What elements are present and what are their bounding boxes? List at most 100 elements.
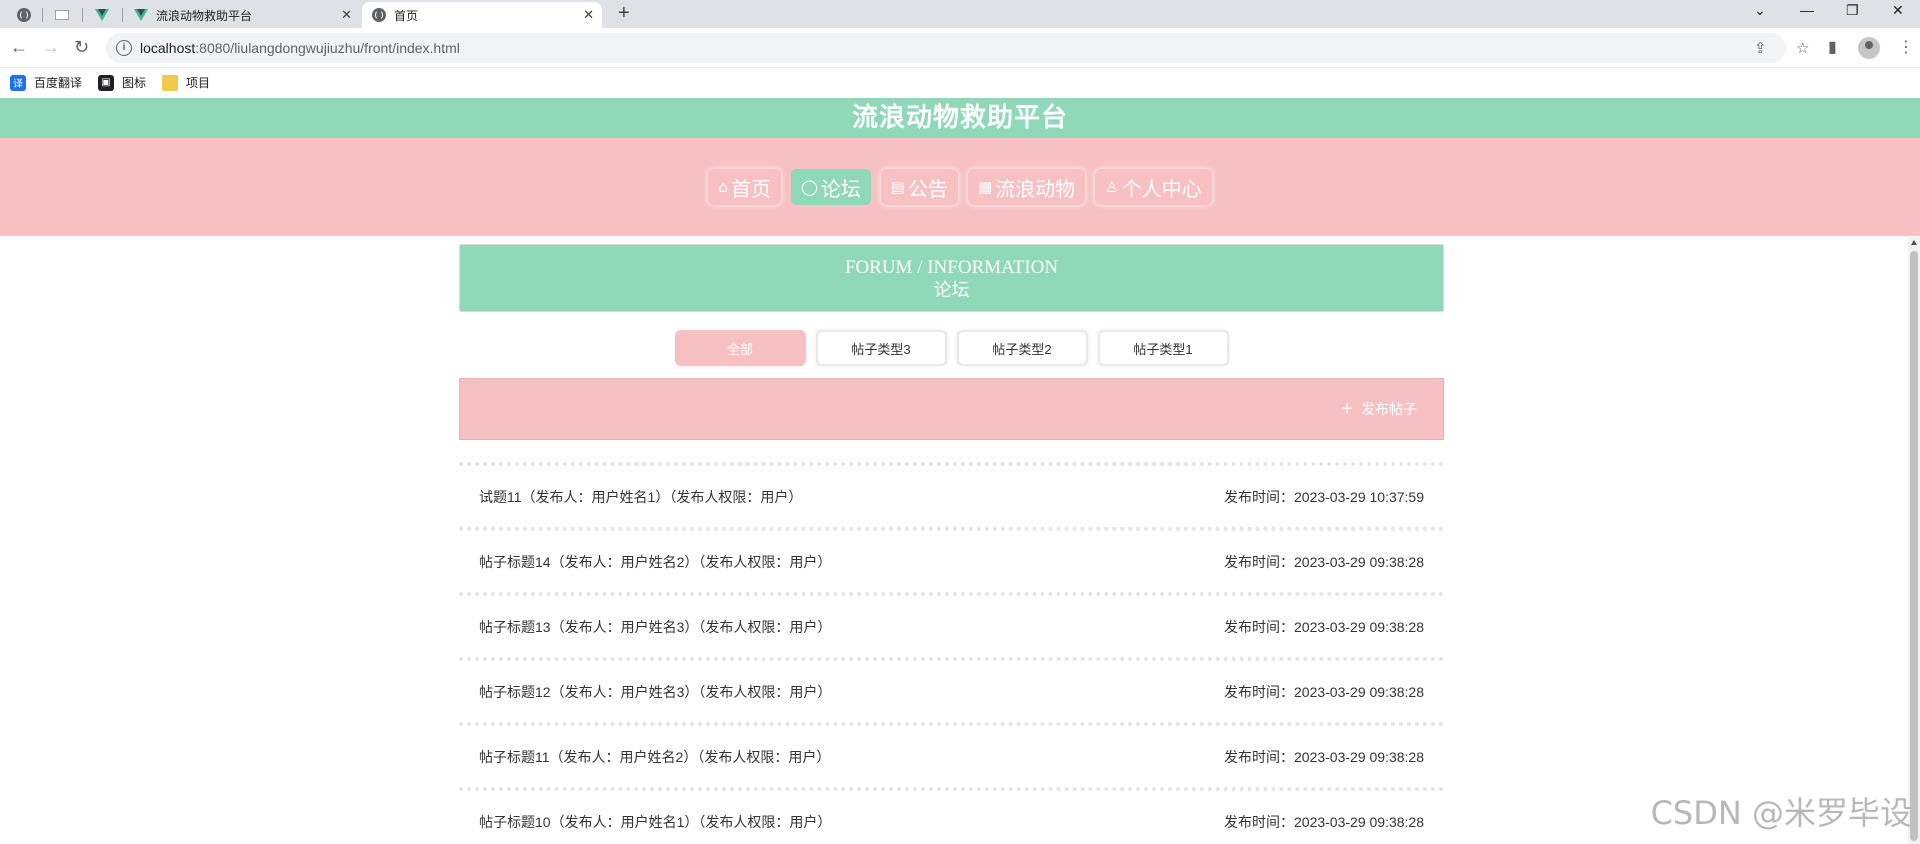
banner-title-en: FORUM / INFORMATION [844,257,1059,278]
notice-icon: ▤ [890,178,905,196]
page-viewport: 流浪动物救助平台 ⌂ 首页 ◯ 论坛 ▤ 公告 ▦ 流浪动物 ♙ 个人中心 FO… [0,98,1920,844]
section-banner: FORUM / INFORMATION 论坛 [459,244,1444,312]
bookmark-label: 项目 [186,76,211,90]
post-time: 发布时间：2023-03-29 09:38:28 [1224,553,1424,570]
nav-item-label: 公告 [907,176,948,201]
bookmark-label: 图标 [122,76,147,90]
scrollbar-thumb[interactable] [1910,251,1918,841]
post-list: 试题11（发布人：用户姓名1）（发布人权限：用户） 发布时间：2023-03-2… [459,462,1444,844]
menu-kebab-icon[interactable]: ⋮ [1898,37,1914,57]
tab-title: 流浪动物救助平台 [156,8,253,23]
bookmarks-bar: 译 百度翻译 ▣ 图标 项目 [0,68,1920,98]
post-time: 发布时间：2023-03-29 09:38:28 [1224,683,1424,700]
tab-search-icon[interactable]: ⌄ [1754,2,1766,19]
nav-item-label: 论坛 [820,176,861,201]
nav-item-forum[interactable]: ◯ 论坛 [790,169,871,205]
close-icon[interactable]: ✕ [583,7,594,23]
bookmark-item[interactable]: 译 百度翻译 [10,74,82,91]
nav-item-label: 个人中心 [1121,176,1202,201]
post-title[interactable]: 帖子标题11（发布人：用户姓名2）（发布人权限：用户） [479,747,830,767]
globe-icon [17,8,31,22]
watermark: CSDN @米罗毕设 [1650,794,1912,832]
blank-page-icon [55,10,69,20]
page-scrollbar[interactable] [1908,237,1920,844]
grid-icon: ▦ [977,178,993,196]
share-icon[interactable]: ⇪ [1754,39,1767,57]
user-icon: ♙ [1105,178,1119,196]
post-row[interactable]: 帖子标题14（发布人：用户姓名2）（发布人权限：用户） 发布时间：2023-03… [459,527,1444,592]
nav-item-notice[interactable]: ▤ 公告 [880,169,958,205]
post-time: 发布时间：2023-03-29 09:38:28 [1224,748,1424,765]
publish-post-button[interactable]: + 发布帖子 [1341,399,1417,419]
bookmark-item[interactable]: 项目 [162,74,210,91]
pinned-tab[interactable] [8,4,40,26]
home-icon: ⌂ [718,178,728,196]
bookmark-item[interactable]: ▣ 图标 [98,74,146,91]
tab-title: 首页 [394,8,419,23]
site-title: 流浪动物救助平台 [0,98,1920,138]
tab-divider [82,8,83,22]
restore-button[interactable]: ❐ [1846,2,1859,19]
filter-type-1[interactable]: 帖子类型1 [1097,330,1229,366]
main-nav: ⌂ 首页 ◯ 论坛 ▤ 公告 ▦ 流浪动物 ♙ 个人中心 [0,138,1920,236]
nav-item-home[interactable]: ⌂ 首页 [708,169,781,205]
globe-icon [372,8,386,22]
bookmark-star-icon[interactable]: ☆ [1796,39,1809,57]
address-bar[interactable]: i localhost:8080/liulangdongwujiuzhu/fro… [106,33,1809,63]
post-time: 发布时间：2023-03-29 09:38:28 [1224,813,1424,830]
url-host: localhost [140,40,196,56]
category-filters: 全部 帖子类型3 帖子类型2 帖子类型1 [459,330,1444,368]
post-row[interactable]: 帖子标题10（发布人：用户姓名1）（发布人权限：用户） 发布时间：2023-03… [459,787,1444,844]
close-icon[interactable]: ✕ [341,7,352,23]
post-row[interactable]: 帖子标题11（发布人：用户姓名2）（发布人权限：用户） 发布时间：2023-03… [459,722,1444,787]
forum-content: FORUM / INFORMATION 论坛 全部 帖子类型3 帖子类型2 帖子… [459,244,1444,844]
url-path: :8080/liulangdongwujiuzhu/front/index.ht… [195,40,460,56]
sidebar-icon[interactable]: ▮ [1828,37,1837,57]
image-icon: ▣ [98,74,114,91]
forward-icon[interactable]: → [42,37,60,57]
post-title[interactable]: 帖子标题14（发布人：用户姓名2）（发布人权限：用户） [479,552,831,572]
tab-divider [42,8,43,22]
bookmark-label: 百度翻译 [34,76,83,90]
close-window-button[interactable]: ✕ [1892,2,1904,19]
scroll-up-icon[interactable] [1911,240,1917,245]
browser-tab-bar: 流浪动物救助平台 ✕ 首页 ✕ + ⌄ — ❐ ✕ [0,0,1920,28]
back-icon[interactable]: ← [10,37,28,57]
post-title[interactable]: 试题11（发布人：用户姓名1）（发布人权限：用户） [479,487,802,507]
translate-icon: 译 [10,74,26,91]
post-row[interactable]: 帖子标题12（发布人：用户姓名3）（发布人权限：用户） 发布时间：2023-03… [459,657,1444,722]
publish-label: 发布帖子 [1361,401,1417,417]
filter-type-2[interactable]: 帖子类型2 [956,330,1088,366]
folder-icon [162,74,178,91]
reload-icon[interactable]: ↻ [74,37,89,57]
tab-divider [122,8,123,22]
vue-logo-icon [95,9,109,21]
url-text[interactable]: localhost:8080/liulangdongwujiuzhu/front… [140,40,460,56]
banner-title-cn: 论坛 [933,280,970,300]
minimize-button[interactable]: — [1800,2,1814,18]
profile-avatar[interactable] [1858,37,1880,59]
post-row[interactable]: 帖子标题13（发布人：用户姓名3）（发布人权限：用户） 发布时间：2023-03… [459,592,1444,657]
browser-tab[interactable]: 流浪动物救助平台 ✕ [124,2,360,28]
new-tab-button[interactable]: + [618,2,630,25]
filter-type-3[interactable]: 帖子类型3 [815,330,947,366]
pinned-tab[interactable] [46,4,78,26]
post-time: 发布时间：2023-03-29 10:37:59 [1224,488,1424,505]
info-icon[interactable]: i [116,40,132,56]
chat-icon: ◯ [800,178,818,196]
nav-item-animals[interactable]: ▦ 流浪动物 [967,169,1086,205]
post-title[interactable]: 帖子标题13（发布人：用户姓名3）（发布人权限：用户） [479,617,831,637]
nav-item-profile[interactable]: ♙ 个人中心 [1095,169,1212,205]
post-title[interactable]: 帖子标题10（发布人：用户姓名1）（发布人权限：用户） [479,812,831,832]
plus-icon: + [1341,398,1353,420]
vue-logo-icon [134,9,148,21]
filter-all[interactable]: 全部 [674,330,806,366]
browser-tab-active[interactable]: 首页 ✕ [362,2,602,28]
pinned-tab[interactable] [86,4,118,26]
action-bar: + 发布帖子 [459,378,1444,440]
post-title[interactable]: 帖子标题12（发布人：用户姓名3）（发布人权限：用户） [479,682,831,702]
post-row[interactable]: 试题11（发布人：用户姓名1）（发布人权限：用户） 发布时间：2023-03-2… [459,462,1444,527]
post-time: 发布时间：2023-03-29 09:38:28 [1224,618,1424,635]
nav-item-label: 流浪动物 [995,176,1076,201]
browser-toolbar: ← → ↻ i localhost:8080/liulangdongwujiuz… [0,28,1920,68]
